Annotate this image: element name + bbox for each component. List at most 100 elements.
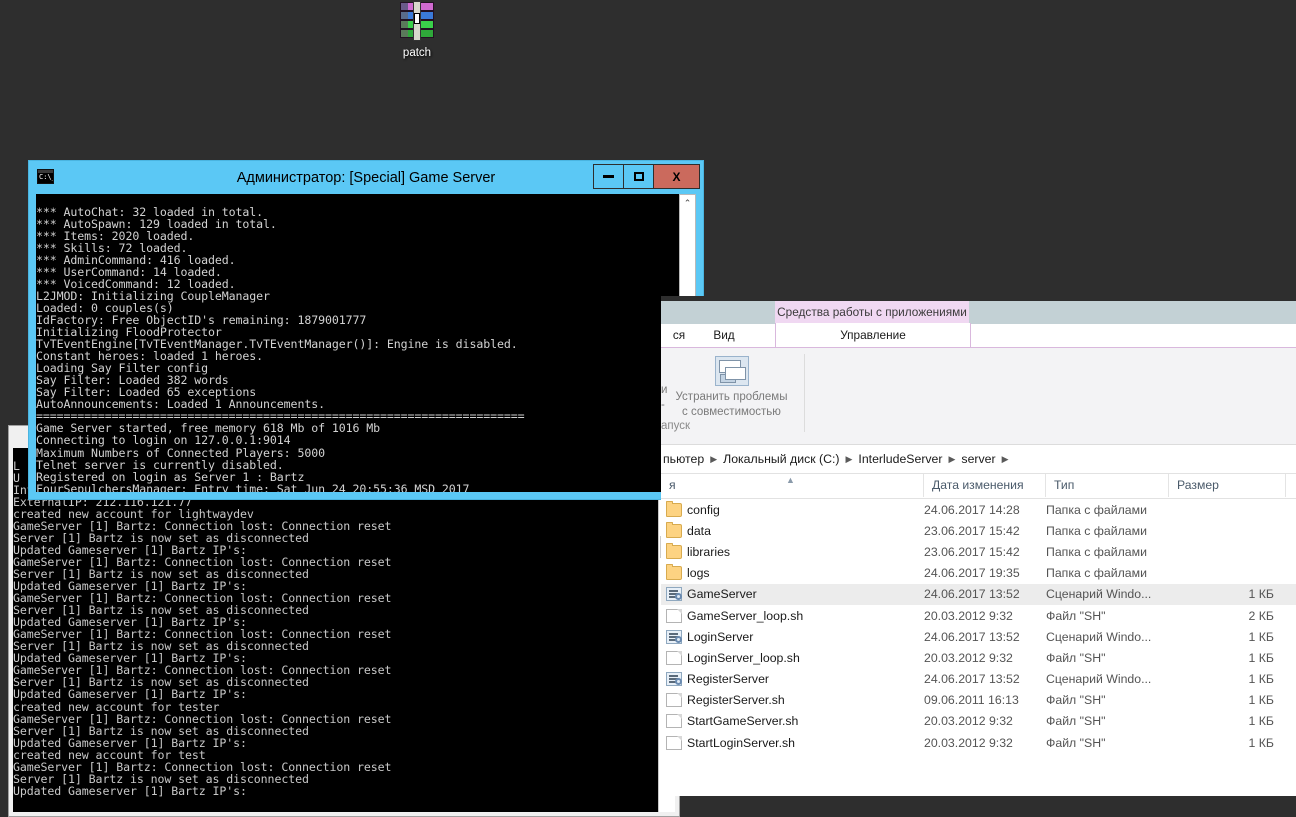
file-name-cell: GameServer_loop.sh	[687, 608, 804, 623]
file-type-cell: Сценарий Windo...	[1046, 629, 1152, 644]
file-size-cell: 2 КБ	[1248, 608, 1275, 623]
breadcrumb-item[interactable]: пьютер	[663, 452, 704, 466]
contextual-tab-group-label: Средства работы с приложениями	[775, 301, 969, 324]
maximize-button[interactable]	[623, 164, 654, 189]
file-type-cell: Сценарий Windo...	[1046, 587, 1152, 602]
compatibility-troubleshoot-icon	[714, 356, 749, 386]
column-header-size[interactable]: Размер	[1169, 474, 1286, 497]
compat-label-line1: Устранить проблемы	[675, 391, 788, 403]
explorer-tab-row: ся Вид Управление	[661, 323, 1296, 348]
explorer-ribbon: и - апуск Устранить проблемы с совместим…	[661, 348, 1296, 445]
file-name-cell: LoginServer_loop.sh	[687, 650, 800, 665]
breadcrumb-item[interactable]: server	[961, 452, 995, 466]
file-name-cell: LoginServer	[687, 629, 754, 644]
file-type-cell: Файл "SH"	[1046, 608, 1106, 623]
console-icon: C:\_	[37, 169, 54, 184]
table-row[interactable]: StartGameServer.sh 20.03.2012 9:32 Файл "S…	[661, 711, 1296, 732]
table-row[interactable]: RegisterServer.sh 09.06.2011 16:13 Файл "S…	[661, 690, 1296, 711]
file-type-cell: Файл "SH"	[1046, 714, 1106, 729]
game-console-titlebar[interactable]: C:\_ Администратор: [Special] Game Serve…	[29, 161, 703, 194]
table-row[interactable]: LoginServer 24.06.2017 13:52 Сценарий Wind…	[661, 626, 1296, 647]
windows-script-icon	[666, 672, 682, 687]
window-controls: X	[593, 164, 700, 189]
game-console-text: *** AutoChat: 32 loaded in total. *** Au…	[36, 204, 525, 492]
console-icon-glyph: C:\_	[38, 173, 53, 183]
column-header-type[interactable]: Тип	[1046, 474, 1169, 497]
folder-icon	[666, 521, 682, 538]
file-name-cell: StartGameServer.sh	[687, 714, 799, 729]
breadcrumb[interactable]: пьютер ▶ Локальный диск (C:) ▶ InterludeServ…	[661, 445, 1296, 474]
file-size-cell: 1 КБ	[1248, 672, 1275, 687]
ribbon-left-fragment: и	[661, 384, 668, 396]
file-type-cell: Папка с файлами	[1046, 502, 1147, 517]
file-date-cell: 20.03.2012 9:32	[924, 608, 1013, 623]
desktop-icon-patch[interactable]: patch	[383, 1, 451, 60]
winrar-archive-icon	[400, 1, 434, 42]
login-console-text: L U InternalIP: 127.0.0.1 ExternalIP: 21…	[13, 458, 392, 798]
file-date-cell: 24.06.2017 14:28	[924, 502, 1020, 517]
windows-script-icon	[666, 587, 682, 602]
file-type-cell: Файл "SH"	[1046, 693, 1106, 708]
file-name-cell: RegisterServer	[687, 672, 770, 687]
table-row[interactable]: LoginServer_loop.sh 20.03.2012 9:32 Файл "…	[661, 647, 1296, 668]
file-date-cell: 24.06.2017 13:52	[924, 629, 1020, 644]
file-size-cell: 1 КБ	[1248, 714, 1275, 729]
file-size-cell: 1 КБ	[1248, 587, 1275, 602]
file-name-cell: libraries	[687, 544, 731, 559]
contextual-tab-header: Средства работы с приложениями	[661, 301, 1296, 324]
sh-file-icon	[666, 608, 682, 623]
ribbon-divider	[804, 354, 805, 432]
tab-manage[interactable]: Управление	[775, 323, 971, 347]
file-name-cell: GameServer	[687, 587, 757, 602]
table-row[interactable]: GameServer 24.06.2017 13:52 Сценарий Windo…	[661, 583, 1296, 605]
file-type-cell: Файл "SH"	[1046, 735, 1106, 750]
table-row[interactable]: GameServer_loop.sh 20.03.2012 9:32 Файл "S…	[661, 605, 1296, 626]
file-type-cell: Папка с файлами	[1046, 544, 1147, 559]
game-server-console-window[interactable]: C:\_ Администратор: [Special] Game Serve…	[28, 160, 704, 500]
windows-script-icon	[666, 629, 682, 644]
file-explorer-window[interactable]: Средства работы с приложениями ся Вид Уп…	[661, 296, 1296, 796]
sh-file-icon	[666, 714, 682, 729]
minimize-button[interactable]	[593, 164, 624, 189]
scroll-up-arrow-icon[interactable]: ⌃	[680, 195, 695, 211]
breadcrumb-separator-icon[interactable]: ▶	[846, 454, 853, 465]
file-size-cell: 1 КБ	[1248, 629, 1275, 644]
file-list: config 24.06.2017 14:28 Папка с файлами dat…	[661, 499, 1296, 754]
file-size-cell: 1 КБ	[1248, 693, 1275, 708]
breadcrumb-item[interactable]: InterludeServer	[858, 452, 942, 466]
file-type-cell: Папка с файлами	[1046, 566, 1147, 581]
close-button[interactable]: X	[653, 164, 700, 189]
file-type-cell: Файл "SH"	[1046, 650, 1106, 665]
compatibility-troubleshoot-button[interactable]: Устранить проблемы с совместимостью	[669, 356, 794, 420]
file-date-cell: 20.03.2012 9:32	[924, 650, 1013, 665]
table-row[interactable]: config 24.06.2017 14:28 Папка с файлами	[661, 499, 1296, 520]
file-date-cell: 20.03.2012 9:32	[924, 735, 1013, 750]
column-header-date[interactable]: Дата изменения	[924, 474, 1046, 497]
file-name-cell: RegisterServer.sh	[687, 693, 785, 708]
file-list-column-headers: я ▲ Дата изменения Тип Размер	[661, 474, 1296, 499]
ribbon-left-fragment-2: -	[661, 399, 665, 411]
breadcrumb-item[interactable]: Локальный диск (C:)	[723, 452, 839, 466]
file-type-cell: Папка с файлами	[1046, 523, 1147, 538]
sh-file-icon	[666, 735, 682, 750]
desktop-screen: patch L U InternalIP: 127.0.0.1 External…	[0, 0, 1296, 817]
table-row[interactable]: libraries 23.06.2017 15:42 Папка с файлами	[661, 541, 1296, 562]
sort-ascending-icon: ▲	[786, 475, 795, 485]
file-date-cell: 23.06.2017 15:42	[924, 544, 1020, 559]
file-date-cell: 23.06.2017 15:42	[924, 523, 1020, 538]
tab-share[interactable]: ся	[667, 324, 691, 347]
file-name-cell: data	[687, 523, 711, 538]
table-row[interactable]: StartLoginServer.sh 20.03.2012 9:32 Файл "…	[661, 732, 1296, 753]
breadcrumb-separator-icon[interactable]: ▶	[1002, 454, 1009, 465]
tab-view[interactable]: Вид	[701, 324, 747, 347]
file-date-cell: 24.06.2017 13:52	[924, 672, 1020, 687]
file-name-cell: StartLoginServer.sh	[687, 735, 795, 750]
ribbon-group-label: апуск	[661, 420, 691, 432]
table-row[interactable]: logs 24.06.2017 19:35 Папка с файлами	[661, 563, 1296, 584]
table-row[interactable]: data 23.06.2017 15:42 Папка с файлами	[661, 520, 1296, 541]
file-date-cell: 20.03.2012 9:32	[924, 714, 1013, 729]
file-name-cell: logs	[687, 566, 710, 581]
breadcrumb-separator-icon[interactable]: ▶	[949, 454, 956, 465]
table-row[interactable]: RegisterServer 24.06.2017 13:52 Сценарий W…	[661, 669, 1296, 690]
breadcrumb-separator-icon[interactable]: ▶	[710, 454, 717, 465]
